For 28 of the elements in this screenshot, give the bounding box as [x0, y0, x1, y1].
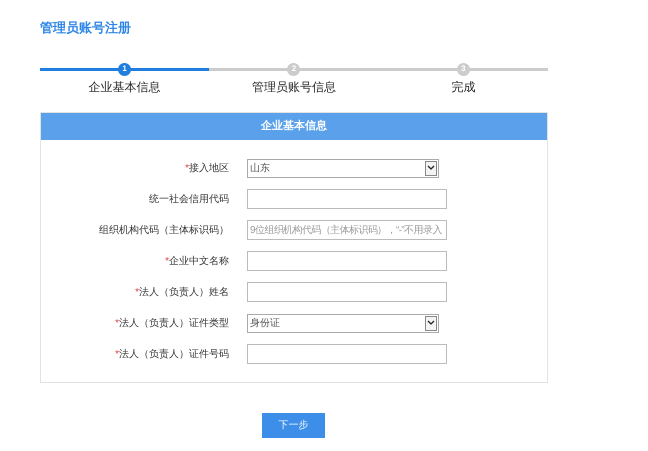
input-field[interactable]	[247, 251, 447, 271]
chevron-down-icon	[425, 316, 437, 330]
chevron-down-icon	[425, 160, 437, 176]
step-number[interactable]: 1	[118, 62, 132, 76]
field-label: 接入地区	[189, 162, 229, 176]
input-field[interactable]	[247, 282, 447, 302]
field-label: 组织机构代码（主体标识码）	[99, 224, 229, 238]
required-mark: *	[185, 162, 189, 176]
step-label: 完成	[451, 78, 476, 96]
required-mark: *	[165, 254, 169, 268]
required-mark: *	[115, 348, 119, 362]
input-field[interactable]	[247, 189, 447, 209]
required-mark: *	[135, 286, 139, 300]
next-button[interactable]: 下一步	[262, 412, 325, 438]
field-label: 法人（负责人）证件号码	[119, 348, 229, 362]
select-field[interactable]: 山东	[247, 158, 439, 178]
select-field[interactable]: 身份证	[247, 314, 439, 332]
page-title: 管理员账号注册	[40, 19, 132, 37]
step-label: 管理员账号信息	[252, 78, 336, 96]
step-label: 企业基本信息	[88, 78, 161, 96]
required-mark: *	[115, 316, 119, 330]
panel-header: 企业基本信息	[41, 112, 547, 140]
field-label: 统一社会信用代码	[149, 192, 229, 206]
input-field[interactable]: 9位组织机构代码（主体标识码），“-”不用录入	[247, 220, 447, 240]
input-field[interactable]	[247, 344, 447, 364]
field-label: 法人（负责人）证件类型	[119, 316, 229, 330]
field-label: 法人（负责人）姓名	[139, 286, 229, 300]
field-label: 企业中文名称	[169, 254, 229, 268]
